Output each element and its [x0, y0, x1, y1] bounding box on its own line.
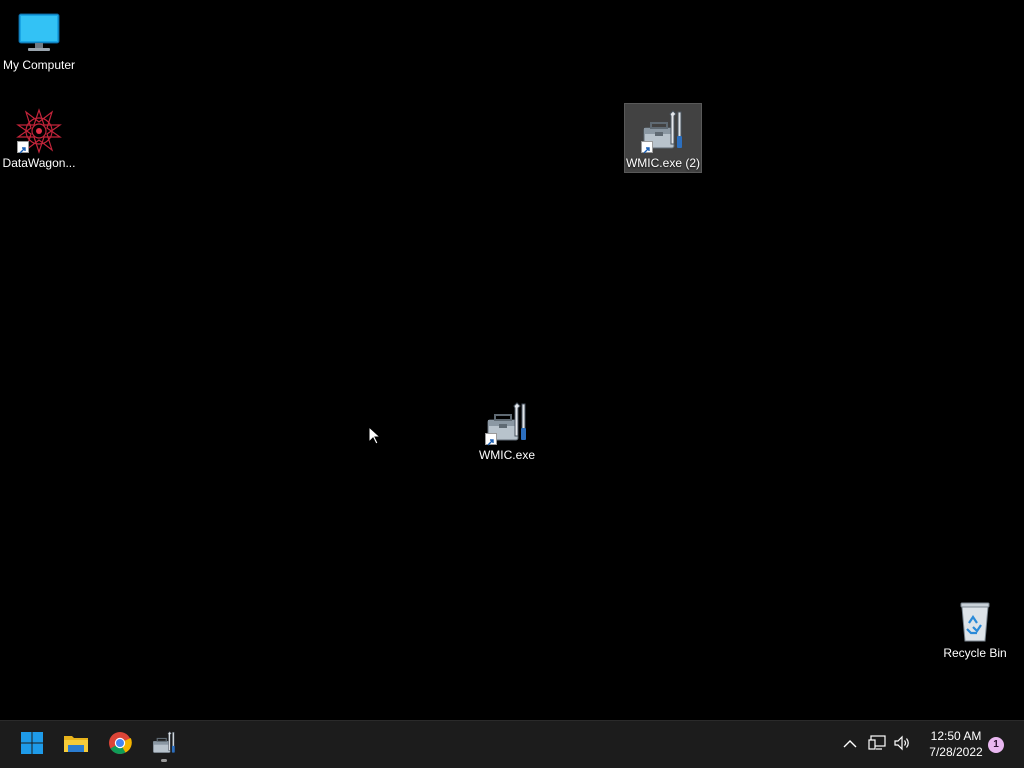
recycle-bin-icon — [952, 598, 998, 644]
running-indicator — [161, 759, 167, 762]
windows-logo-icon — [20, 731, 44, 760]
monitor-icon — [16, 10, 62, 56]
start-button[interactable] — [14, 727, 50, 763]
desktop-icon-label: My Computer — [2, 58, 76, 72]
network-icon — [868, 734, 886, 756]
desktop-icon-my-computer[interactable]: My Computer — [0, 6, 78, 76]
desktop-icon-label: DataWagon... — [2, 156, 76, 170]
taskbar: 12:50 AM 7/28/2022 1 — [0, 720, 1024, 768]
taskbar-chrome-button[interactable] — [102, 727, 138, 763]
taskbar-wmic-button[interactable] — [146, 727, 182, 763]
clock-time: 12:50 AM — [930, 729, 982, 743]
clock-date: 7/28/2022 — [929, 745, 983, 759]
desktop-icon-wmic[interactable]: WMIC.exe — [468, 396, 546, 466]
chevron-up-icon — [843, 736, 857, 754]
toolbox-icon — [640, 108, 686, 154]
notification-badge[interactable]: 1 — [988, 737, 1004, 753]
taskbar-file-explorer-button[interactable] — [58, 727, 94, 763]
desktop-icon-label: WMIC.exe (2) — [625, 156, 700, 170]
speaker-icon — [893, 735, 911, 756]
desktop[interactable]: My Computer DataWagon... WMIC.exe (2) WM… — [0, 0, 1024, 720]
desktop-icon-wmic-2[interactable]: WMIC.exe (2) — [624, 103, 702, 173]
toolbox-icon — [484, 400, 530, 446]
desktop-icon-datawagon[interactable]: DataWagon... — [0, 104, 78, 174]
folder-icon — [63, 732, 89, 759]
volume-button[interactable] — [891, 733, 913, 757]
shortcut-arrow-icon — [485, 433, 497, 446]
show-hidden-icons-button[interactable] — [839, 733, 861, 757]
shortcut-arrow-icon — [17, 141, 29, 154]
taskbar-clock[interactable]: 12:50 AM 7/28/2022 — [920, 728, 992, 762]
mouse-cursor-icon — [368, 425, 382, 446]
datawagon-icon — [16, 108, 62, 154]
desktop-icon-recycle-bin[interactable]: Recycle Bin — [936, 594, 1014, 664]
network-button[interactable] — [866, 733, 888, 757]
toolbox-icon — [151, 730, 177, 761]
chrome-icon — [108, 731, 132, 760]
desktop-icon-label: WMIC.exe — [478, 448, 535, 462]
shortcut-arrow-icon — [641, 141, 653, 154]
desktop-icon-label: Recycle Bin — [943, 646, 1007, 660]
